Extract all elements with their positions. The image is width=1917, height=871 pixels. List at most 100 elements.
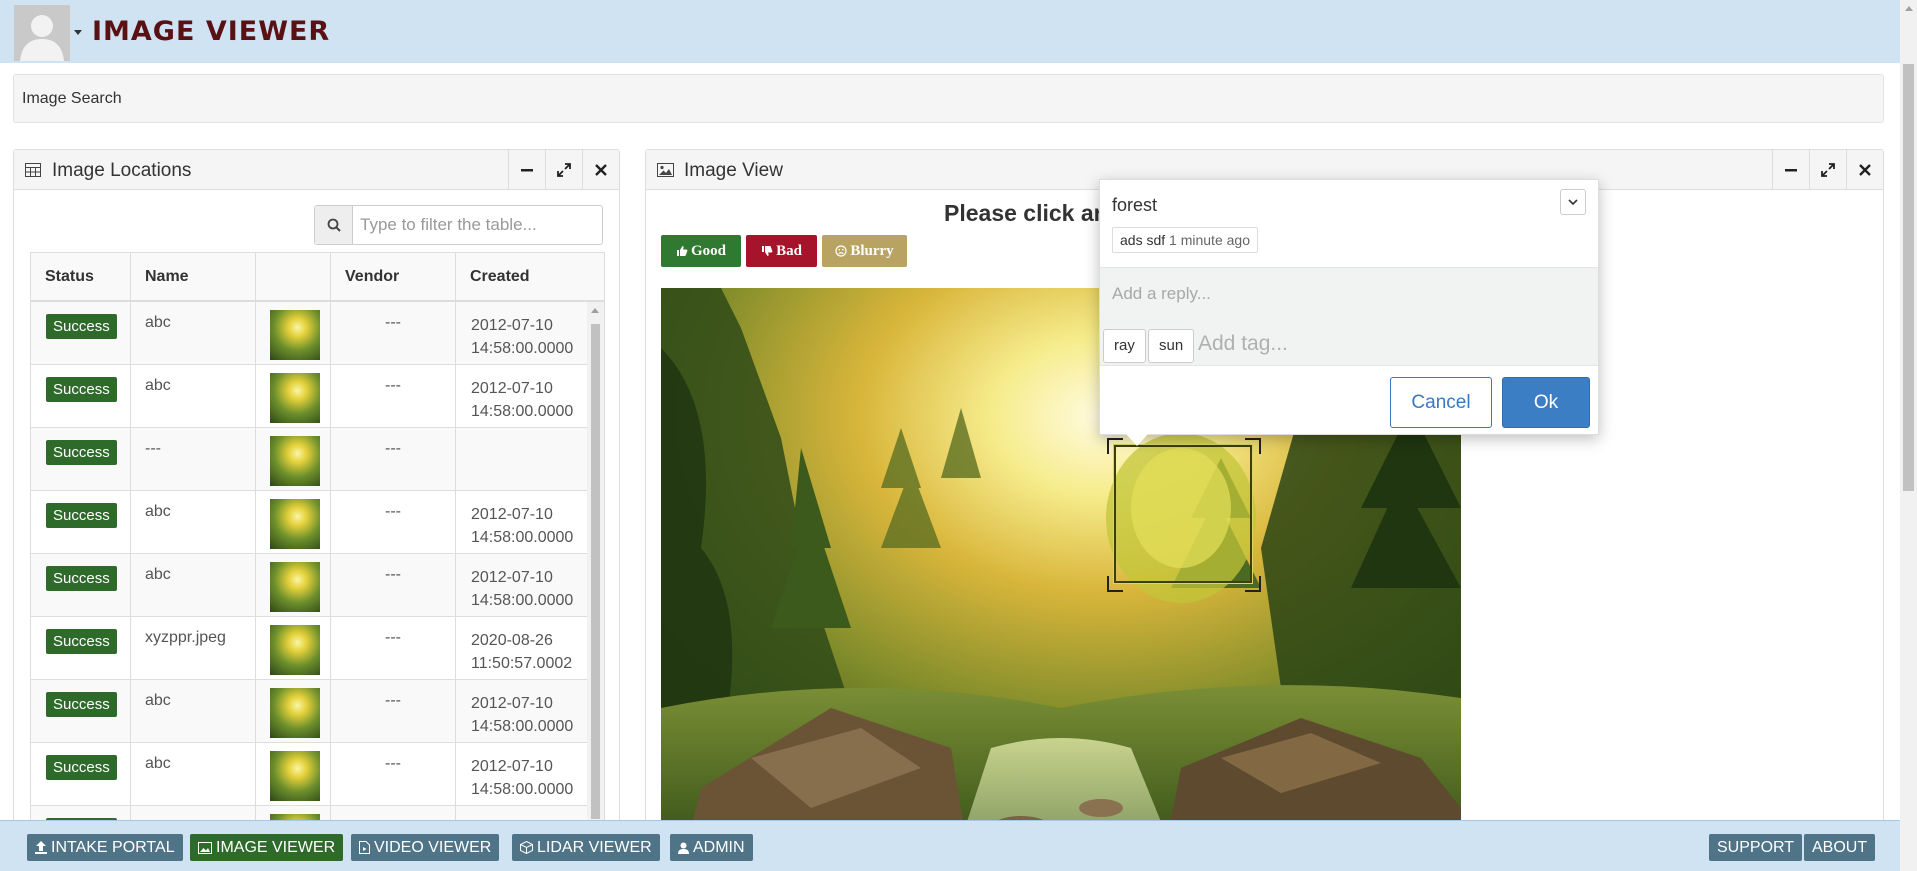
vendor-cell: --- [331,743,456,806]
table-row[interactable]: Success xyzppr.jpeg --- 2020-08-26 11:50:57.… [31,617,589,680]
scrollbar-thumb[interactable] [1903,64,1914,491]
created-time: 14:58:00.0000 [471,781,574,798]
thumbnail-cell [256,617,331,680]
expand-button[interactable] [545,150,582,190]
rate-bad-button[interactable]: Bad [746,235,817,267]
resize-handle-bottom-left[interactable] [1107,576,1123,592]
column-header-status[interactable]: Status [31,253,131,300]
name-cell: abc [131,302,256,365]
image-thumbnail[interactable] [270,625,320,675]
nav-image-viewer[interactable]: IMAGE VIEWER [190,834,344,861]
image-thumbnail[interactable] [270,499,320,549]
nav-admin-label: ADMIN [693,838,745,856]
created-cell: 2012-07-10 14:58:00.0000 [456,365,589,428]
annotation-selection-box[interactable] [1113,444,1253,584]
column-header-name[interactable]: Name [131,253,256,300]
thumbnail-cell [256,554,331,617]
reply-input[interactable] [1112,284,1582,304]
table-row[interactable]: Success abc --- 2012-07-10 14:58:00.0000 [31,680,589,743]
created-cell: 2012-07-10 14:58:00.0000 [456,491,589,554]
tag-input[interactable] [1198,332,1578,356]
vendor-cell: --- [331,428,456,491]
resize-handle-bottom-right[interactable] [1245,576,1261,592]
scroll-up-icon[interactable] [1905,6,1913,11]
close-button[interactable] [1846,150,1883,190]
expand-icon [1821,163,1835,177]
annotation-dropdown-button[interactable] [1560,189,1586,215]
column-header-vendor[interactable]: Vendor [331,253,456,300]
thumbnail-cell [256,428,331,491]
scroll-up-icon[interactable] [591,308,599,313]
table-row[interactable]: Success abc --- 2012-07-10 14:58:00.0000 [31,302,589,365]
vendor-cell: --- [331,491,456,554]
vendor-cell: --- [331,365,456,428]
created-time: 14:58:00.0000 [471,529,574,546]
panel-title: Image Locations [52,160,192,181]
status-badge: Success [46,377,117,402]
rate-good-label: Good [690,242,726,259]
nav-video-viewer-label: VIDEO VIEWER [374,838,492,856]
thumbnail-cell [256,302,331,365]
tag-chip[interactable]: sun [1148,329,1195,363]
created-date: 2020-08-26 [471,632,553,649]
tag-chip[interactable]: ray [1103,329,1146,363]
image-search-panel[interactable]: Image Search [13,74,1884,123]
minus-icon [521,169,533,172]
created-time: 14:58:00.0000 [471,340,574,357]
nav-lidar-viewer[interactable]: LIDAR VIEWER [512,834,660,861]
name-cell: abc [131,365,256,428]
table-row[interactable]: Success --- --- [31,428,589,491]
thumbs-down-icon [762,246,773,256]
image-icon [198,841,212,854]
image-thumbnail[interactable] [270,373,320,423]
cancel-button[interactable]: Cancel [1390,377,1492,428]
ok-button[interactable]: Ok [1502,377,1590,428]
name-cell: --- [131,428,256,491]
resize-handle-top-left[interactable] [1107,438,1123,454]
rate-blurry-label: Blurry [850,242,894,259]
user-silhouette-icon [14,5,70,61]
column-header-created[interactable]: Created [456,253,604,300]
image-locations-table: Status Name Vendor Created Success abc ---… [30,252,605,871]
table-scrollbar[interactable] [587,302,604,871]
nav-intake-portal[interactable]: INTAKE PORTAL [27,834,183,861]
table-filter-input[interactable] [360,215,590,235]
nav-image-viewer-label: IMAGE VIEWER [216,838,336,856]
created-date: 2012-07-10 [471,695,553,712]
avatar[interactable] [14,5,70,61]
table-row[interactable]: Success abc --- 2012-07-10 14:58:00.0000 [31,491,589,554]
table-row[interactable]: Success abc --- 2012-07-10 14:58:00.0000 [31,554,589,617]
name-cell: abc [131,491,256,554]
expand-button[interactable] [1809,150,1846,190]
nav-about[interactable]: ABOUT [1804,834,1876,861]
minimize-button[interactable] [508,150,545,190]
close-button[interactable] [582,150,619,190]
nav-admin[interactable]: ADMIN [670,834,753,861]
annotation-popup: forest ads sdf 1 minute ago ray sun Canc… [1099,179,1599,435]
status-cell: Success [31,365,131,428]
user-menu-caret-icon[interactable] [74,30,82,35]
image-thumbnail[interactable] [270,751,320,801]
rate-good-button[interactable]: Good [661,235,741,267]
status-badge: Success [46,566,117,591]
table-row[interactable]: Success abc --- 2012-07-10 14:58:00.0000 [31,365,589,428]
minimize-button[interactable] [1772,150,1809,190]
resize-handle-top-right[interactable] [1245,438,1261,454]
image-thumbnail[interactable] [270,436,320,486]
image-thumbnail[interactable] [270,562,320,612]
rate-blurry-button[interactable]: Blurry [822,235,907,267]
created-time: 11:50:57.0002 [471,655,573,672]
panel-title: Image View [684,160,783,181]
image-thumbnail[interactable] [270,688,320,738]
scrollbar-thumb[interactable] [591,324,600,819]
image-search-label[interactable]: Image Search [22,90,122,108]
image-thumbnail[interactable] [270,310,320,360]
nav-video-viewer[interactable]: VIDEO VIEWER [351,834,500,861]
created-cell: 2020-08-26 11:50:57.0002 [456,617,589,680]
close-icon [595,164,607,176]
table-row[interactable]: Success abc --- 2012-07-10 14:58:00.0000 [31,743,589,806]
nav-support[interactable]: SUPPORT [1709,834,1803,861]
created-cell: 2012-07-10 14:58:00.0000 [456,743,589,806]
page-scrollbar[interactable] [1900,0,1917,871]
thumbs-up-icon [676,246,688,256]
